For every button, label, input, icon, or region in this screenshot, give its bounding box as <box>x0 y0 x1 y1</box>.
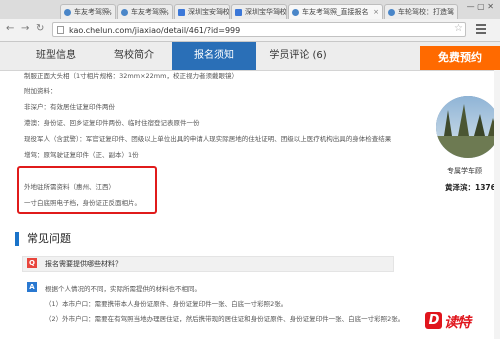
scrollbar[interactable] <box>494 70 500 339</box>
coach-contact[interactable]: 黄泽滨：137604 <box>445 182 500 193</box>
faq-question[interactable]: 报名需要提供哪些材料？ <box>45 259 122 269</box>
browser-tab-active[interactable]: 车友考驾照_直接报名 × <box>288 4 383 19</box>
close-tab-icon[interactable]: × <box>373 5 379 19</box>
favicon-icon <box>292 9 299 16</box>
content-line: 港澳：身份证、回乡证复印件两份、临时住宿登记表原件一份 <box>24 119 200 127</box>
tab-school-intro[interactable]: 驾校简介 <box>96 42 172 70</box>
favicon-icon <box>388 9 395 16</box>
url-input[interactable]: kao.chelun.com/jiaxiao/detail/461/?id=99… <box>52 22 466 37</box>
answer-icon: A <box>27 282 37 292</box>
browser-menu-icon[interactable] <box>476 24 486 36</box>
content-line: 附加资料： <box>24 87 57 95</box>
browser-tab[interactable]: 深圳宝安驾校 (车友× <box>174 4 230 19</box>
browser-tab[interactable]: 车友考驾照，学车驾校× <box>117 4 173 19</box>
close-tab-icon[interactable]: × <box>277 5 283 19</box>
red-highlight-box <box>17 166 157 214</box>
free-appointment-button[interactable]: 免费预约 <box>420 46 500 70</box>
favicon-icon <box>121 9 128 16</box>
faq-answer-line: （1）本市户口：需要携带本人身份证原件、身份证复印件一张、白底一寸彩照2张。 <box>45 300 288 308</box>
content-line: 增驾：原驾驶证复印件（正、副本）1份 <box>24 151 139 159</box>
faq-answer-line: （2）外市户口：需要在有驾照当地办理居住证，然后携带现的居住证和身份证原件、身份… <box>45 315 405 323</box>
close-tab-icon[interactable]: × <box>163 5 169 19</box>
content-line: 非深户：有效居住证复印件两份 <box>24 103 115 111</box>
bookmark-star-icon[interactable]: ☆ <box>454 23 463 34</box>
favicon-icon <box>64 9 71 16</box>
tab-student-reviews[interactable]: 学员评论 (6) <box>256 42 340 70</box>
favicon-icon <box>178 9 185 16</box>
coach-avatar <box>436 96 500 158</box>
favicon-icon <box>235 9 242 16</box>
browser-tab-strip: 车友考驾照，学车驾校× 车友考驾照，学车驾校× 深圳宝安驾校 (车友× 深圳宝华… <box>0 0 500 20</box>
back-icon[interactable]: ← <box>6 23 14 34</box>
faq-section-title: 常见问题 <box>15 232 71 246</box>
close-tab-icon[interactable]: × <box>448 5 454 19</box>
close-tab-icon[interactable]: × <box>106 5 112 19</box>
tab-registration-notes[interactable]: 报名须知 <box>172 42 256 70</box>
window-controls-icon[interactable]: — ▢ ✕ <box>467 2 494 11</box>
question-icon: Q <box>27 258 37 268</box>
content-line: 现役军人（含武警）：军官证复印件、团级以上单位出具的申请人现实际居地的住址证明、… <box>24 135 392 143</box>
browser-tab[interactable]: 车友考驾照，学车驾校× <box>60 4 116 19</box>
watermark-logo: D 读特 <box>425 312 471 332</box>
page-icon <box>57 26 64 34</box>
address-bar-row: ← → ↻ kao.chelun.com/jiaxiao/detail/461/… <box>0 19 500 42</box>
faq-answer-line: 根据个人情况的不同，实际所需提供的材料也不相同。 <box>45 285 201 293</box>
forward-icon[interactable]: → <box>21 23 29 34</box>
close-tab-icon[interactable]: × <box>220 5 226 19</box>
coach-title: 专属学车顾 <box>447 167 482 175</box>
tab-class-info[interactable]: 班型信息 <box>16 42 96 70</box>
reload-icon[interactable]: ↻ <box>36 23 44 34</box>
browser-tab[interactable]: 深圳宝华驾校 (车友× <box>231 4 287 19</box>
browser-tab[interactable]: 车轮驾校：打造驾 × <box>384 4 458 19</box>
logo-icon: D <box>425 312 442 329</box>
content-line: 制服正面大头相（1寸相片规格：32mm×22mm，校正视力者须戴眼镜） <box>24 72 238 80</box>
